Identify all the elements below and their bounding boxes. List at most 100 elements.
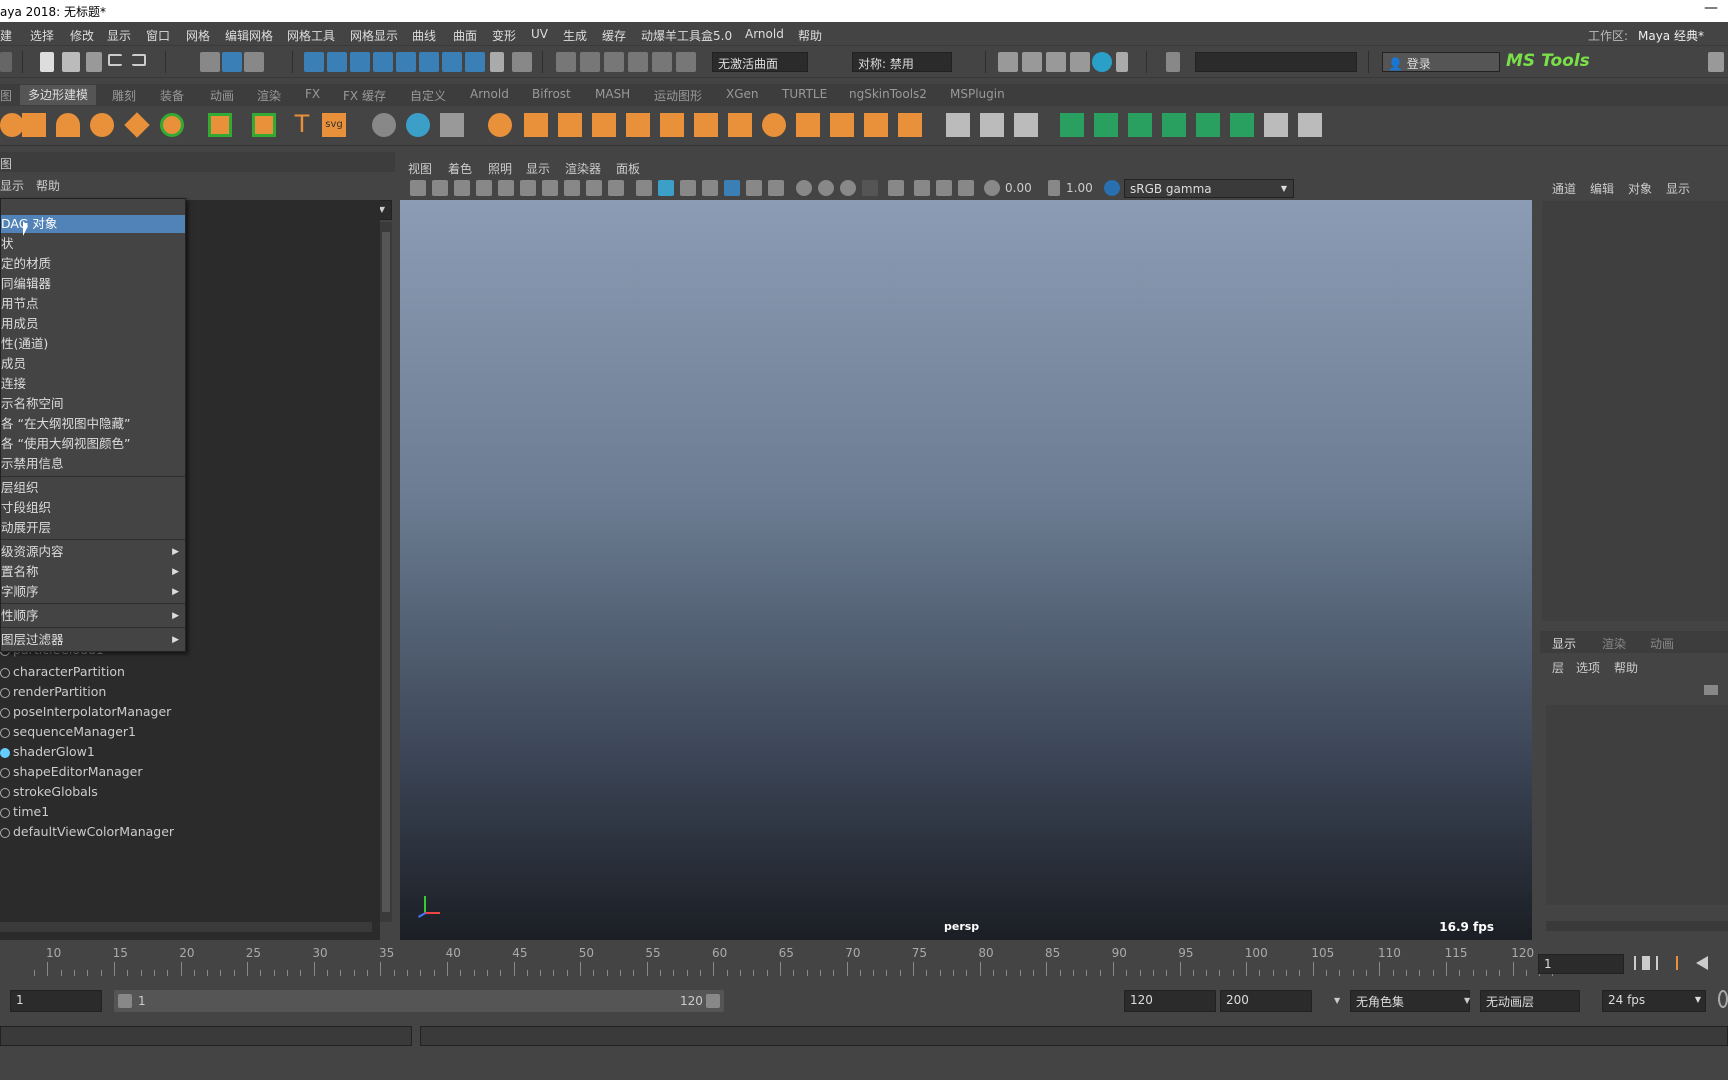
- shelf-tab-mash[interactable]: MASH: [595, 87, 630, 101]
- channel-box-area[interactable]: [1542, 201, 1728, 621]
- shelf-tab-fx-cache[interactable]: FX 缓存: [343, 87, 386, 104]
- magnet-icon-5[interactable]: [652, 52, 672, 72]
- shelf-tab-rigging[interactable]: 装备: [160, 87, 184, 104]
- layer-menu-options[interactable]: 选项: [1576, 659, 1600, 676]
- smooth-shade-icon[interactable]: [658, 180, 674, 196]
- dof-icon[interactable]: [862, 180, 878, 196]
- channelbox-menu-edit[interactable]: 编辑: [1590, 180, 1614, 197]
- plane-icon[interactable]: [124, 112, 150, 138]
- cut-uv-icon[interactable]: [1264, 113, 1288, 137]
- torus-icon[interactable]: [160, 113, 184, 137]
- menu-set-dropdown[interactable]: [0, 52, 12, 72]
- isolate-select-icon[interactable]: [888, 180, 904, 196]
- shelf-tab-custom[interactable]: 自定义: [410, 87, 446, 104]
- menu-item[interactable]: 级资源内容 ▶: [1, 543, 185, 561]
- cube-icon[interactable]: [22, 113, 46, 137]
- lock-icon[interactable]: [490, 52, 504, 72]
- live-surface-field[interactable]: 无激活曲面: [712, 52, 808, 72]
- quadrangulate-icon[interactable]: [728, 113, 752, 137]
- help-query-icon[interactable]: [465, 52, 485, 72]
- shelf-tab-msplugin[interactable]: MSPlugin: [950, 87, 1005, 101]
- snow-icon[interactable]: [440, 113, 464, 137]
- reduce-icon[interactable]: [626, 113, 650, 137]
- channelbox-menu-channels[interactable]: 通道: [1552, 180, 1576, 197]
- range-handle-start[interactable]: [118, 994, 132, 1008]
- select-hierarchy-icon[interactable]: [200, 52, 220, 72]
- menu-uv[interactable]: UV: [531, 27, 548, 41]
- workspace-selector[interactable]: Maya 经典*: [1638, 27, 1704, 44]
- super-shape-icon[interactable]: [252, 113, 276, 137]
- range-handle-end[interactable]: [706, 994, 720, 1008]
- viewport-menu-show[interactable]: 显示: [526, 160, 550, 177]
- play-backwards-icon[interactable]: [1696, 956, 1708, 970]
- magnet-icon-1[interactable]: [556, 52, 576, 72]
- select-object-icon[interactable]: [222, 52, 242, 72]
- uv-cylindrical-icon[interactable]: [1128, 113, 1152, 137]
- outliner-hscrollbar[interactable]: [0, 922, 372, 932]
- camera-icon[interactable]: [410, 180, 426, 196]
- anim-end-field[interactable]: 200: [1220, 990, 1312, 1012]
- shelf-tab-animation[interactable]: 动画: [210, 87, 234, 104]
- textured-icon[interactable]: [702, 180, 718, 196]
- menu-item[interactable]: 置名称 ▶: [1, 563, 185, 581]
- uv-planar-icon[interactable]: [1094, 113, 1118, 137]
- menu-item[interactable]: 用节点: [1, 295, 185, 313]
- uv-layout-icon[interactable]: [1230, 113, 1254, 137]
- pause-icon[interactable]: [1116, 52, 1128, 72]
- end-time-field[interactable]: 120: [1124, 990, 1216, 1012]
- channelbox-menu-show[interactable]: 显示: [1666, 180, 1690, 197]
- gamma-icon[interactable]: [1048, 180, 1060, 196]
- list-item[interactable]: characterPartition: [0, 664, 125, 679]
- camera-attr-icon[interactable]: [432, 180, 448, 196]
- ms-tools-logo[interactable]: MS Tools: [1506, 51, 1590, 71]
- color-space-dropdown[interactable]: sRGB gamma ▼: [1124, 179, 1294, 198]
- menu-item[interactable]: 示禁用信息: [1, 455, 185, 473]
- menu-item[interactable]: 性(通道): [1, 335, 185, 353]
- combine-icon[interactable]: [488, 113, 512, 137]
- shelf-tab-0[interactable]: 图: [0, 87, 12, 104]
- fps-dropdown[interactable]: 24 fps ▼: [1602, 990, 1706, 1012]
- tab-display-layers[interactable]: 显示: [1552, 635, 1576, 652]
- layer-arrow-icon[interactable]: [1704, 685, 1718, 695]
- select-component-icon[interactable]: [244, 52, 264, 72]
- time-slider[interactable]: 10 15 20 25 30 35 40 45 50 55 60 65 70 75 80 85 90 95 100 1…: [0, 944, 1554, 978]
- cleanup-icon[interactable]: [660, 113, 684, 137]
- menu-mesh[interactable]: 网格: [186, 27, 210, 44]
- snap-plane-icon[interactable]: [442, 52, 462, 72]
- menu-mesh-display[interactable]: 网格显示: [350, 27, 398, 44]
- magnet-icon-3[interactable]: [604, 52, 624, 72]
- chevron-down-icon[interactable]: ▼: [1334, 996, 1340, 1005]
- safe-action-icon[interactable]: [608, 180, 624, 196]
- field-chart-icon[interactable]: [586, 180, 602, 196]
- menu-help[interactable]: 帮助: [798, 27, 822, 44]
- gamma-value[interactable]: 1.00: [1066, 181, 1093, 195]
- step-back-key-icon[interactable]: [1656, 956, 1668, 970]
- menu-select[interactable]: 选择: [30, 27, 54, 44]
- menu-item-dag-objects[interactable]: DAG 对象: [1, 215, 185, 233]
- exposure-icon[interactable]: [984, 180, 1000, 196]
- outliner-menu-help[interactable]: 帮助: [36, 177, 60, 194]
- list-item[interactable]: shapeEditorManager: [0, 764, 143, 779]
- shelf-tab-polygon-modeling[interactable]: 多边形建模: [20, 85, 97, 105]
- render-settings-icon[interactable]: [1070, 52, 1090, 72]
- shelf-tab-ngskintools[interactable]: ngSkinTools2: [849, 87, 927, 101]
- magnet-icon-2[interactable]: [580, 52, 600, 72]
- save-scene-icon[interactable]: [86, 52, 102, 72]
- menu-item[interactable]: 成员: [1, 355, 185, 373]
- menu-file[interactable]: 建: [0, 27, 12, 44]
- list-item[interactable]: renderPartition: [0, 684, 106, 699]
- extract-icon[interactable]: [558, 113, 582, 137]
- redo-icon[interactable]: [132, 54, 146, 66]
- menu-item[interactable]: 寸段组织: [1, 499, 185, 517]
- target-weld-icon[interactable]: [1014, 113, 1038, 137]
- menu-item[interactable]: 同编辑器: [1, 275, 185, 293]
- cylinder-icon[interactable]: [56, 113, 80, 137]
- multicut-icon[interactable]: [946, 113, 970, 137]
- undo-icon[interactable]: [108, 54, 122, 66]
- resolution-gate-icon[interactable]: [542, 180, 558, 196]
- list-item[interactable]: sequenceManager1: [0, 724, 136, 739]
- render-frame-icon[interactable]: [1022, 52, 1042, 72]
- text-icon[interactable]: T: [290, 112, 314, 137]
- pick-icon[interactable]: [512, 52, 532, 72]
- grid-icon[interactable]: [498, 180, 514, 196]
